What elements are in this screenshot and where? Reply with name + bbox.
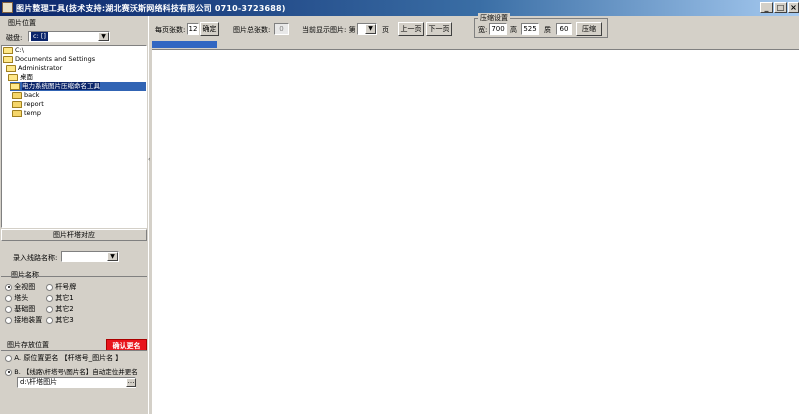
radio-indicator — [5, 283, 12, 291]
radio-grounding[interactable]: 接地装置 — [5, 315, 42, 325]
compress-button[interactable]: 压缩 — [576, 22, 602, 36]
radio-label: 接地装置 — [14, 316, 43, 324]
radio-label: 基础图 — [14, 305, 36, 313]
storage-label: 图片存放位置 — [7, 341, 49, 349]
tree-item-selected[interactable]: 电力系统图片压缩命名工具 — [10, 82, 100, 91]
path-input[interactable]: d:\杆塔图片 — [17, 377, 136, 388]
folder-icon — [12, 109, 22, 117]
radio-indicator — [5, 294, 12, 302]
quality-label: 质 — [544, 26, 551, 34]
drive-label: 磁盘: — [6, 34, 23, 42]
close-button[interactable]: × — [788, 2, 799, 13]
window-title: 图片整理工具(技术支持:湖北赛沃斯网络科技有限公司 0710-3723688) — [16, 4, 286, 13]
drive-value: c: [] — [31, 32, 48, 41]
radio-indicator — [46, 294, 53, 302]
title-bar: 图片整理工具(技术支持:湖北赛沃斯网络科技有限公司 0710-3723688) … — [0, 0, 799, 16]
height-input[interactable]: 525 — [521, 23, 539, 35]
radio-indicator — [5, 316, 12, 324]
path-value: d:\杆塔图片 — [20, 378, 58, 386]
radio-option-a[interactable]: A. 原位置更名 【杆塔号_图片名 】 — [5, 353, 122, 363]
minimize-button[interactable]: _ — [760, 2, 773, 13]
image-preview-area[interactable] — [152, 49, 799, 414]
tree-item-label: Documents and Settings — [15, 55, 96, 63]
radio-indicator — [5, 368, 12, 376]
browse-button[interactable]: … — [126, 378, 136, 387]
width-label: 宽: — [478, 26, 488, 34]
radio-other3[interactable]: 其它3 — [46, 315, 74, 325]
tree-item[interactable]: back — [12, 91, 39, 100]
chevron-down-icon[interactable]: ▼ — [365, 24, 376, 34]
prev-page-button[interactable]: 上一页 — [398, 22, 424, 36]
splitter-grip-icon[interactable]: ‹ — [148, 156, 151, 163]
folder-open-icon — [3, 55, 13, 63]
radio-label: 其它2 — [55, 305, 74, 313]
page-suffix: 页 — [382, 26, 389, 34]
per-page-label: 每页张数: — [155, 26, 186, 34]
folder-open-icon — [10, 82, 20, 90]
radio-tower-head[interactable]: 塔头 — [5, 293, 28, 303]
chevron-down-icon[interactable]: ▼ — [98, 32, 109, 41]
radio-indicator — [46, 305, 53, 313]
radio-label: 全视图 — [14, 283, 36, 291]
radio-pole-plate[interactable]: 杆号牌 — [46, 282, 76, 292]
radio-label: A. 原位置更名 【杆塔号_图片名 】 — [14, 354, 123, 362]
radio-other1[interactable]: 其它1 — [46, 293, 74, 303]
tree-item-label: C:\ — [15, 46, 24, 54]
maximize-button[interactable]: □ — [774, 2, 787, 13]
radio-label: 其它3 — [55, 316, 74, 324]
radio-full-view[interactable]: 全视图 — [5, 282, 35, 292]
folder-icon — [12, 91, 22, 99]
radio-label: 塔头 — [14, 294, 29, 302]
folder-open-icon — [8, 73, 18, 81]
radio-other2[interactable]: 其它2 — [46, 304, 74, 314]
radio-option-b[interactable]: B. 【线路\杆塔号\图片名】自动定位并更名 — [5, 366, 138, 376]
divider — [1, 276, 147, 277]
tree-item-label: 电力系统图片压缩命名工具 — [22, 82, 100, 90]
quality-input[interactable]: 60 — [556, 23, 572, 35]
tree-item[interactable]: Documents and Settings — [3, 55, 95, 64]
image-name-label: 图片名称 — [11, 271, 39, 279]
radio-indicator — [46, 316, 53, 324]
radio-foundation[interactable]: 基础图 — [5, 304, 35, 314]
folder-icon — [12, 100, 22, 108]
app-icon — [2, 2, 13, 13]
drive-select[interactable]: c: [] ▼ — [28, 31, 110, 42]
chevron-down-icon[interactable]: ▼ — [107, 252, 118, 261]
tree-item[interactable]: temp — [12, 109, 41, 118]
pole-match-header: 图片杆塔对应 — [1, 229, 147, 241]
per-page-input[interactable]: 12 — [187, 23, 199, 35]
radio-label: 其它1 — [55, 294, 74, 302]
line-name-label: 录入线路名称: — [13, 254, 58, 262]
tree-item-label: report — [24, 100, 44, 108]
folder-open-icon — [3, 46, 13, 54]
tree-item-label: 桌面 — [20, 73, 33, 81]
tree-item[interactable]: report — [12, 100, 44, 109]
line-name-select[interactable]: ▼ — [61, 251, 119, 262]
tree-item-label: back — [24, 91, 40, 99]
radio-label: B. 【线路\杆塔号\图片名】自动定位并更名 — [14, 368, 138, 376]
progress-bar — [152, 41, 217, 48]
total-label: 图片总张数: — [233, 26, 271, 34]
next-page-button[interactable]: 下一页 — [426, 22, 452, 36]
confirm-button[interactable]: 确定 — [200, 22, 219, 36]
compress-group-title: 压缩设置 — [478, 13, 510, 23]
tree-item[interactable]: C:\ — [3, 46, 24, 55]
current-label: 当前显示图片: 第 — [302, 26, 356, 34]
tree-item[interactable]: 桌面 — [8, 73, 33, 82]
radio-label: 杆号牌 — [55, 283, 77, 291]
radio-indicator — [5, 305, 12, 313]
tree-item-label: temp — [24, 109, 42, 117]
tree-item[interactable]: Administrator — [6, 64, 62, 73]
height-label: 高 — [510, 26, 517, 34]
divider — [1, 350, 147, 351]
image-location-label: 图片位置 — [8, 19, 36, 27]
folder-open-icon — [6, 64, 16, 72]
radio-indicator — [5, 354, 12, 362]
radio-indicator — [46, 283, 53, 291]
total-input: 0 — [274, 23, 289, 35]
tree-item-label: Administrator — [18, 64, 63, 72]
current-page-select[interactable]: ▼ — [357, 23, 377, 35]
width-input[interactable]: 700 — [489, 23, 507, 35]
